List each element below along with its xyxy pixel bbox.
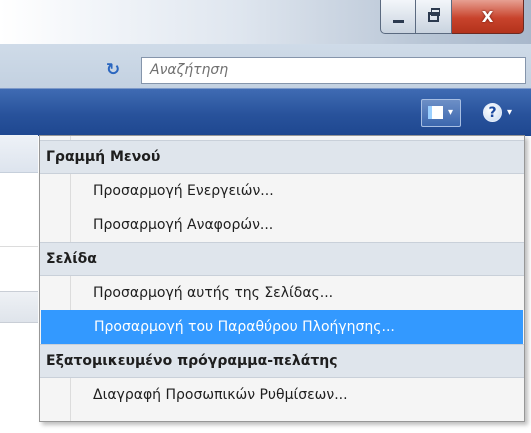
page-header-strip [0, 135, 38, 173]
menu-section-title: Γραμμή Μενού [46, 149, 161, 165]
page-content-strip [0, 173, 38, 247]
layout-menu-button[interactable]: ▾ [421, 99, 461, 127]
menu-item-customize-page[interactable]: Προσαρμογή αυτής της Σελίδας... [40, 276, 524, 310]
customize-dropdown-menu: Γραμμή Μενού Προσαρμογή Ενεργειών... Προ… [39, 135, 525, 422]
chevron-down-icon[interactable]: ▾ [507, 107, 512, 118]
page-content-strip [0, 247, 38, 291]
minimize-button[interactable] [380, 0, 416, 34]
layout-icon [428, 106, 443, 119]
menu-item-label: Διαγραφή Προσωπικών Ρυθμίσεων... [93, 387, 348, 403]
menu-section-title: Εξατομικευμένο πρόγραμμα-πελάτης [46, 353, 338, 369]
title-bar: X [0, 0, 531, 44]
search-input[interactable]: Αναζήτηση [141, 57, 526, 84]
menu-item-label: Προσαρμογή του Παραθύρου Πλοήγησης... [94, 319, 395, 335]
menu-item-clear-personal-settings[interactable]: Διαγραφή Προσωπικών Ρυθμίσεων... [40, 378, 524, 412]
page-content-strip [0, 291, 38, 323]
menu-section-header: Γραμμή Μενού [40, 140, 524, 174]
menu-item-label: Προσαρμογή αυτής της Σελίδας... [93, 285, 334, 301]
menu-item-label: Προσαρμογή Ενεργειών... [93, 183, 274, 199]
chevron-down-icon: ▾ [448, 107, 454, 118]
minimize-icon [392, 20, 404, 23]
menu-item-label: Προσαρμογή Αναφορών... [93, 217, 274, 233]
menu-section-header: Εξατομικευμένο πρόγραμμα-πελάτης [40, 344, 524, 378]
help-icon[interactable]: ? [483, 103, 502, 122]
application-window: X ↻ Αναζήτηση ▾ ? ▾ Γραμμή Μενού Προσαρμ… [0, 0, 531, 433]
close-button[interactable]: X [452, 0, 524, 34]
menu-section-title: Σελίδα [46, 251, 97, 267]
refresh-icon[interactable]: ↻ [101, 58, 125, 82]
restore-button[interactable] [416, 0, 452, 34]
menu-section-header: Σελίδα [40, 242, 524, 276]
menu-item-customize-navigation-pane[interactable]: Προσαρμογή του Παραθύρου Πλοήγησης... [41, 310, 523, 344]
menu-item-customize-reports[interactable]: Προσαρμογή Αναφορών... [40, 208, 524, 242]
restore-icon [428, 7, 440, 22]
close-icon: X [481, 7, 494, 26]
menu-item-customize-actions[interactable]: Προσαρμογή Ενεργειών... [40, 174, 524, 208]
